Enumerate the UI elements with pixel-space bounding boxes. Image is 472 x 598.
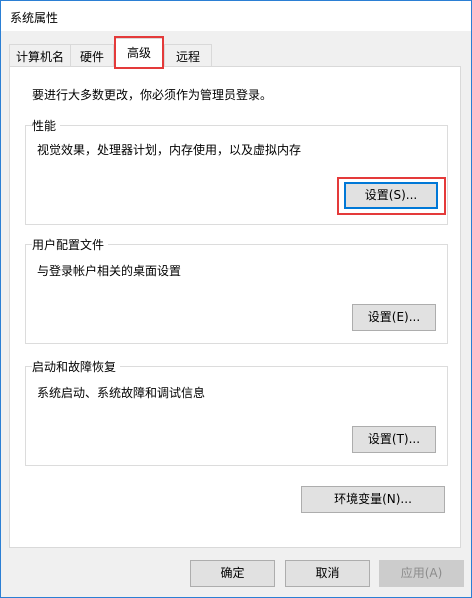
- tab-advanced[interactable]: 高级: [114, 38, 164, 67]
- performance-group: [25, 125, 448, 225]
- user-profiles-group-title: 用户配置文件: [32, 236, 109, 253]
- system-properties-dialog: 系统属性 计算机名 硬件 高级 远程 要进行大多数更改，你必须作为管理员登录。 …: [0, 0, 472, 598]
- user-profiles-settings-button[interactable]: 设置(E)...: [352, 304, 436, 331]
- performance-description: 视觉效果，处理器计划，内存使用，以及虚拟内存: [37, 143, 302, 157]
- startup-recovery-settings-button[interactable]: 设置(T)...: [352, 426, 436, 453]
- tab-hardware[interactable]: 硬件: [70, 44, 114, 66]
- cancel-button[interactable]: 取消: [285, 560, 370, 587]
- environment-variables-button[interactable]: 环境变量(N)...: [301, 486, 445, 513]
- performance-settings-button[interactable]: 设置(S)...: [344, 182, 438, 209]
- tab-remote[interactable]: 远程: [164, 44, 212, 66]
- admin-notice: 要进行大多数更改，你必须作为管理员登录。: [32, 88, 273, 102]
- apply-button[interactable]: 应用(A): [379, 560, 464, 587]
- tab-computer-name[interactable]: 计算机名: [9, 44, 71, 66]
- performance-group-title: 性能: [32, 117, 61, 134]
- user-profiles-description: 与登录帐户相关的桌面设置: [37, 264, 182, 278]
- startup-recovery-description: 系统启动、系统故障和调试信息: [37, 386, 206, 400]
- ok-button[interactable]: 确定: [190, 560, 275, 587]
- title-bar[interactable]: 系统属性: [1, 1, 471, 31]
- startup-recovery-group-title: 启动和故障恢复: [32, 358, 121, 375]
- window-title: 系统属性: [10, 11, 59, 25]
